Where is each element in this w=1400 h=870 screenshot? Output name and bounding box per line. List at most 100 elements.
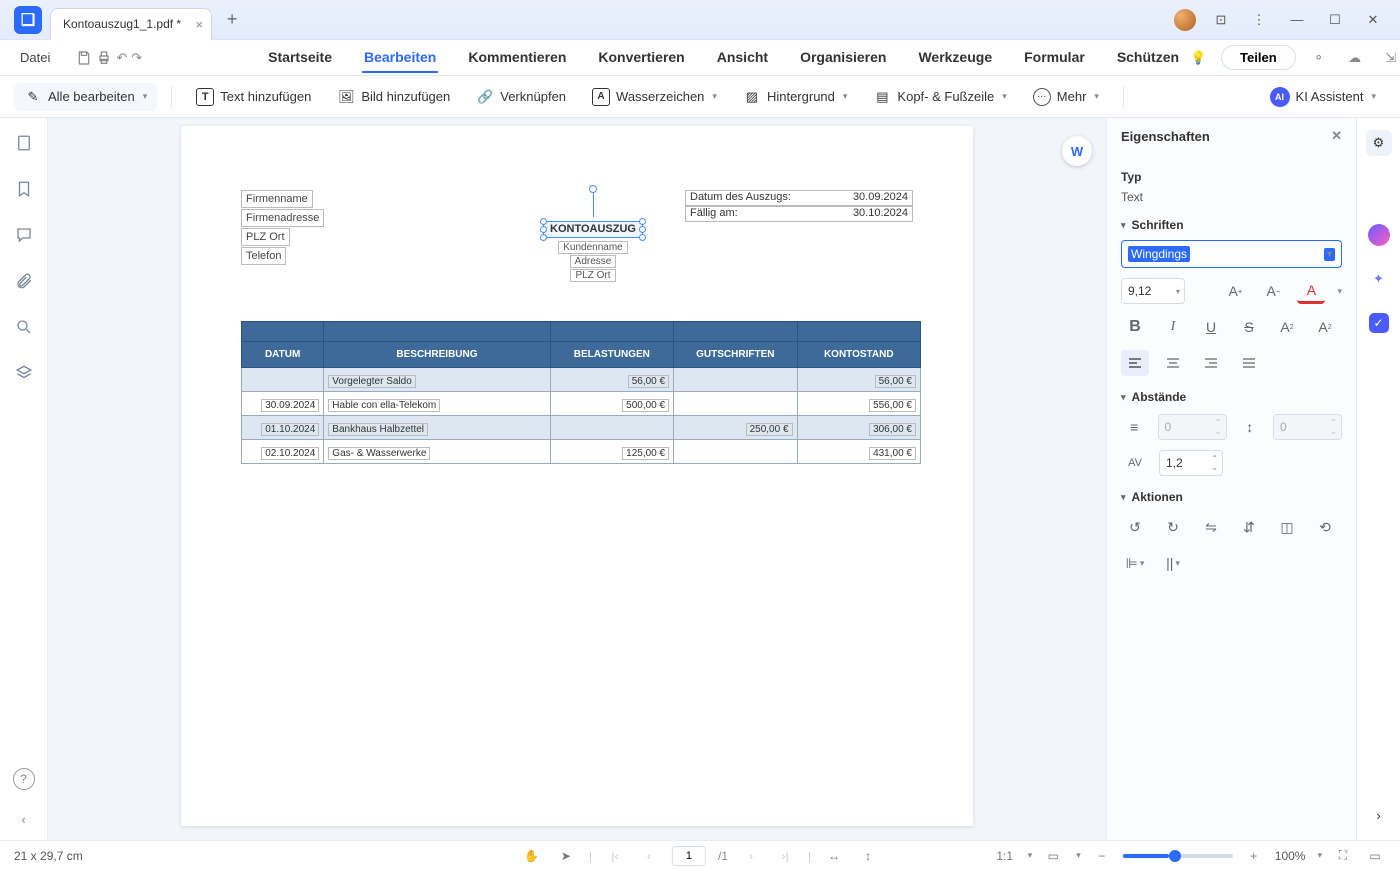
- decrease-font-icon[interactable]: A−: [1259, 278, 1287, 304]
- fonts-section[interactable]: Schriften: [1121, 218, 1342, 232]
- line-spacing-input[interactable]: 0⌃⌄: [1158, 414, 1227, 440]
- fit-width-icon[interactable]: ↔: [823, 845, 845, 867]
- actions-section[interactable]: Aktionen: [1121, 490, 1342, 504]
- ai-assistant-button[interactable]: AI KI Assistent▾: [1260, 82, 1386, 112]
- watermark-button[interactable]: A Wasserzeichen▾: [582, 83, 727, 111]
- hand-tool-icon[interactable]: ✋: [521, 845, 543, 867]
- menu-tab-konvertieren[interactable]: Konvertieren: [596, 43, 686, 73]
- prev-page-icon[interactable]: ‹: [638, 845, 660, 867]
- underline-icon[interactable]: U: [1197, 314, 1225, 340]
- font-color-icon[interactable]: A: [1297, 278, 1325, 304]
- last-page-icon[interactable]: ›|: [774, 845, 796, 867]
- strikethrough-icon[interactable]: S: [1235, 314, 1263, 340]
- user-avatar[interactable]: [1174, 9, 1196, 31]
- tab-close-icon[interactable]: ×: [196, 17, 204, 32]
- page-number-input[interactable]: [672, 846, 706, 866]
- attachments-icon[interactable]: [13, 270, 35, 292]
- zoom-slider[interactable]: [1123, 854, 1233, 858]
- align-center-icon[interactable]: [1159, 350, 1187, 376]
- background-button[interactable]: ▨ Hintergrund▾: [733, 83, 857, 111]
- subscript-icon[interactable]: A2: [1311, 314, 1339, 340]
- share-button[interactable]: Teilen: [1221, 45, 1296, 70]
- rotate-left-icon[interactable]: ↺: [1121, 514, 1149, 540]
- properties-toggle-icon[interactable]: ⚙: [1366, 130, 1392, 156]
- cloud-upload-icon[interactable]: ☁: [1342, 45, 1368, 71]
- menu-tab-schützen[interactable]: Schützen: [1115, 43, 1181, 73]
- align-left-icon[interactable]: [1121, 350, 1149, 376]
- add-text-button[interactable]: T Text hinzufügen: [186, 83, 321, 111]
- rotate-handle[interactable]: [589, 185, 597, 193]
- print-icon[interactable]: [96, 45, 112, 71]
- share-graph-icon[interactable]: ⚬: [1306, 45, 1332, 71]
- search-icon[interactable]: [13, 316, 35, 338]
- next-page-icon[interactable]: ›: [740, 845, 762, 867]
- crop-icon[interactable]: ◫: [1273, 514, 1301, 540]
- layers-icon[interactable]: [13, 362, 35, 384]
- file-menu[interactable]: Datei: [10, 46, 60, 69]
- help-icon[interactable]: ?: [13, 768, 35, 790]
- increase-font-icon[interactable]: A+: [1221, 278, 1249, 304]
- flip-horizontal-icon[interactable]: ⇋: [1197, 514, 1225, 540]
- actual-size-icon[interactable]: 1:1: [994, 845, 1016, 867]
- redo-icon[interactable]: ↷: [131, 45, 142, 71]
- menu-tab-organisieren[interactable]: Organisieren: [798, 43, 888, 73]
- menu-tab-ansicht[interactable]: Ansicht: [715, 43, 770, 73]
- menu-tab-startseite[interactable]: Startseite: [266, 43, 334, 73]
- first-page-icon[interactable]: |‹: [604, 845, 626, 867]
- new-tab-button[interactable]: +: [218, 6, 246, 34]
- zoom-in-icon[interactable]: +: [1243, 845, 1265, 867]
- italic-icon[interactable]: I: [1159, 314, 1187, 340]
- flip-vertical-icon[interactable]: ⇵: [1235, 514, 1263, 540]
- superscript-icon[interactable]: A2: [1273, 314, 1301, 340]
- maximize-button[interactable]: ☐: [1322, 7, 1348, 33]
- undo-icon[interactable]: ↶: [116, 45, 127, 71]
- select-tool-icon[interactable]: ➤: [555, 845, 577, 867]
- fullscreen-icon[interactable]: ⛶: [1332, 845, 1354, 867]
- bold-icon[interactable]: B: [1121, 314, 1149, 340]
- spacing-section[interactable]: Abstände: [1121, 390, 1342, 404]
- align-justify-icon[interactable]: [1235, 350, 1263, 376]
- bookmarks-icon[interactable]: [13, 178, 35, 200]
- minimize-button[interactable]: —: [1284, 7, 1310, 33]
- resize-handle[interactable]: [639, 226, 646, 233]
- export-word-button[interactable]: W: [1062, 136, 1092, 166]
- ai-tool-icon[interactable]: ✦: [1366, 266, 1392, 292]
- link-button[interactable]: 🔗 Verknüpfen: [466, 83, 576, 111]
- collapse-left-icon[interactable]: ‹: [13, 808, 35, 830]
- close-window-button[interactable]: ✕: [1360, 7, 1386, 33]
- fit-page-icon[interactable]: ↕: [857, 845, 879, 867]
- chevron-down-icon[interactable]: ▾: [1337, 286, 1342, 297]
- canvas[interactable]: W FirmennameFirmenadressePLZ OrtTelefon …: [48, 118, 1106, 840]
- align-objects-icon[interactable]: ⊫▾: [1121, 550, 1149, 576]
- resize-handle[interactable]: [639, 218, 646, 225]
- selected-text-object[interactable]: KONTOAUSZUG KundennameAdressePLZ Ort: [543, 221, 643, 282]
- distribute-icon[interactable]: ||▾: [1159, 550, 1187, 576]
- font-family-select[interactable]: Wingdings ▾: [1121, 240, 1342, 268]
- resize-handle[interactable]: [540, 234, 547, 241]
- resize-handle[interactable]: [540, 218, 547, 225]
- more-button[interactable]: ⋯ Mehr▾: [1023, 83, 1109, 111]
- lightbulb-icon[interactable]: 💡: [1185, 45, 1211, 71]
- ai-check-icon[interactable]: ✓: [1366, 310, 1392, 336]
- add-image-button[interactable]: 🖼 Bild hinzufügen: [327, 83, 460, 111]
- align-right-icon[interactable]: [1197, 350, 1225, 376]
- resize-handle[interactable]: [540, 226, 547, 233]
- menu-tab-werkzeuge[interactable]: Werkzeuge: [916, 43, 994, 73]
- comments-icon[interactable]: [13, 224, 35, 246]
- resize-handle[interactable]: [639, 234, 646, 241]
- reading-mode-icon[interactable]: ▭: [1364, 845, 1386, 867]
- edit-all-button[interactable]: ✎ Alle bearbeiten▾: [14, 83, 157, 111]
- kebab-menu-icon[interactable]: ⋮: [1246, 7, 1272, 33]
- paragraph-spacing-input[interactable]: 0⌃⌄: [1273, 414, 1342, 440]
- menu-tab-formular[interactable]: Formular: [1022, 43, 1087, 73]
- view-mode-icon[interactable]: ▭: [1042, 845, 1064, 867]
- expand-right-icon[interactable]: ›: [1366, 802, 1392, 828]
- export-icon[interactable]: ⇲: [1378, 45, 1400, 71]
- replace-icon[interactable]: ⟲: [1311, 514, 1339, 540]
- char-spacing-input[interactable]: 1,2⌃⌄: [1159, 450, 1223, 476]
- ai-chat-icon[interactable]: [1366, 222, 1392, 248]
- document-tab[interactable]: Kontoauszug1_1.pdf * ×: [50, 8, 212, 40]
- close-panel-icon[interactable]: ✕: [1331, 128, 1342, 144]
- header-footer-button[interactable]: ▤ Kopf- & Fußzeile▾: [863, 83, 1016, 111]
- save-icon[interactable]: [76, 45, 92, 71]
